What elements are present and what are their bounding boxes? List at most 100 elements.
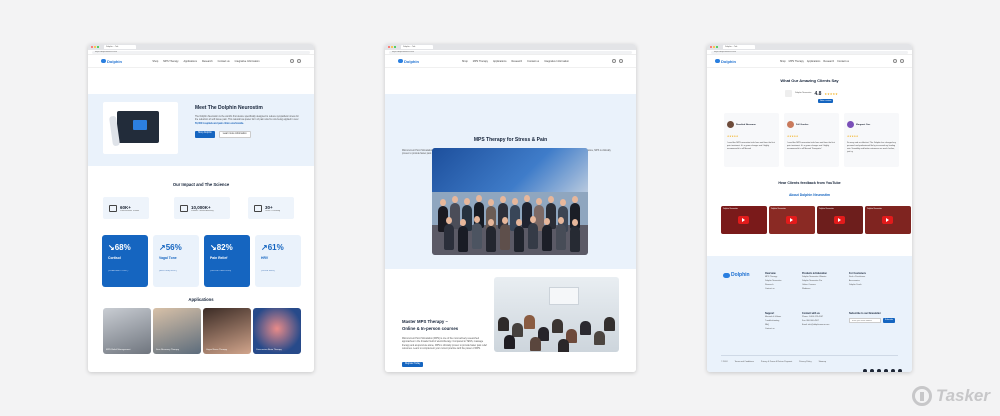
footer-column: For Customers Find a Practitioner Access…: [849, 272, 867, 286]
metric-card-cortisol: ↘68% Cortisol (Chalk-Mers / 2017): [102, 235, 148, 287]
x-icon[interactable]: [870, 369, 874, 372]
nav-link-info[interactable]: Integrative Information: [544, 60, 569, 63]
nav-link-research[interactable]: Research: [511, 60, 522, 63]
videos-subtitle: About Dolphin Neurostim: [788, 193, 831, 197]
nav-link-contact[interactable]: Contact us: [837, 60, 849, 63]
footer-column: Contact with us Phone: 1-800-123-4567 Fa…: [802, 312, 830, 326]
site-logo[interactable]: Dolphin: [398, 59, 419, 64]
footer-logo[interactable]: Dolphin: [723, 272, 750, 278]
hero-title: Meet The Dolphin Neurostim: [195, 105, 263, 111]
browser-tab[interactable]: Dolphin – Tab: [723, 45, 755, 49]
tasker-logo-icon: [911, 386, 932, 406]
metric-card-pain-relief: ↘82% Pain Relief (ODA Am Med 2019): [204, 235, 250, 287]
pinterest-icon[interactable]: [884, 369, 888, 372]
stat-patients: 10,000K+ Patients Treated Annually: [174, 197, 230, 219]
close-dot-icon[interactable]: [388, 46, 390, 48]
shop-dolphin-button[interactable]: Shop Dolphin: [195, 130, 215, 138]
nav-link-research[interactable]: Research: [202, 60, 213, 63]
site-logo[interactable]: Dolphin: [715, 59, 736, 64]
metric-card-hrv: ↗61% HRV (JCUM 2023): [255, 235, 301, 287]
learn-more-button[interactable]: Learn more information: [218, 130, 251, 138]
search-icon[interactable]: [612, 59, 616, 63]
nav-link-research[interactable]: Research: [823, 60, 834, 63]
nav-link-shop[interactable]: Shop: [780, 60, 786, 63]
nav-link-shop[interactable]: Shop: [462, 60, 468, 63]
application-card[interactable]: Vagus Nerve Therapy: [203, 308, 251, 354]
application-card[interactable]: Concussion Brain Therapy: [253, 308, 301, 354]
maximize-dot-icon[interactable]: [97, 46, 99, 48]
newsletter-email-input[interactable]: [849, 318, 881, 323]
footer-column: Support Manuals & Videos Troubleshooting…: [765, 312, 782, 330]
nav-link-contact[interactable]: Contact us: [218, 60, 230, 63]
avatar: [787, 121, 794, 129]
facebook-icon[interactable]: [863, 369, 867, 372]
maximize-dot-icon[interactable]: [394, 46, 396, 48]
rating-value: 4.8: [814, 90, 822, 97]
review-card: Rosalind Neumann ★★★★★ I used the MPS ne…: [724, 113, 779, 167]
reviews-title: What Our Amazing Clients Say: [780, 78, 839, 83]
application-card[interactable]: MPS Relief Management: [103, 308, 151, 354]
browser-tab[interactable]: Dolphin – Tab: [401, 45, 433, 49]
youtube-video[interactable]: Dolphin Neurostim: [865, 206, 911, 234]
youtube-video[interactable]: Dolphin Neurostim: [817, 206, 863, 234]
applications-title: Applications: [188, 297, 214, 302]
play-icon[interactable]: [738, 216, 749, 224]
footer-legal: © 2024 Terms and Conditions Privacy & Te…: [721, 361, 826, 363]
register-button[interactable]: Register Today: [402, 361, 424, 367]
youtube-video[interactable]: Dolphin Neurostim: [721, 206, 767, 234]
device-screen: [133, 120, 147, 130]
cart-icon[interactable]: [619, 59, 623, 63]
nav-links: Shop MPS Therapy Applications Research C…: [462, 60, 569, 63]
nav-link-applications[interactable]: Applications: [183, 60, 196, 63]
nav-link-info[interactable]: Integrative Information: [235, 60, 260, 63]
play-icon[interactable]: [786, 216, 797, 224]
hero-section: Meet The Dolphin Neurostim The Dolphin N…: [88, 94, 314, 166]
youtube-icon[interactable]: [891, 369, 895, 372]
application-card[interactable]: Scar Recovery Therapy: [153, 308, 201, 354]
linkedin-icon[interactable]: [898, 369, 902, 372]
instagram-icon[interactable]: [877, 369, 881, 372]
url-field[interactable]: https://dolphinneuro.com: [389, 50, 632, 54]
classroom-photo: [494, 277, 619, 352]
write-review-button[interactable]: Write a review: [818, 99, 834, 103]
nav-link-applications[interactable]: Applications: [807, 60, 820, 63]
nav-link-mps-therapy[interactable]: MPS Therapy: [789, 60, 804, 63]
nav-icons: [893, 59, 904, 63]
minimize-dot-icon[interactable]: [713, 46, 715, 48]
review-card: Fell Gordon ★★★★★ I used the MPS neurost…: [784, 113, 839, 167]
dolphin-logo-icon: [723, 272, 730, 278]
nav-links: Shop MPS Therapy Applications Research C…: [152, 60, 259, 63]
subscribe-button[interactable]: Subscribe: [883, 318, 895, 323]
site-logo[interactable]: Dolphin: [101, 59, 122, 64]
certificate-icon: [109, 204, 117, 212]
nav-link-mps-therapy[interactable]: MPS Therapy: [473, 60, 488, 63]
minimize-dot-icon[interactable]: [391, 46, 393, 48]
screenshot-mps-therapy: Dolphin – Tab https://dolphinneuro.com D…: [385, 44, 636, 372]
url-field[interactable]: https://dolphinneuro.com: [92, 50, 310, 54]
search-icon[interactable]: [893, 59, 897, 63]
url-field[interactable]: https://dolphinneuro.com: [711, 50, 908, 54]
site-nav: Dolphin Shop MPS Therapy Applications Re…: [707, 55, 912, 68]
cart-icon[interactable]: [900, 59, 904, 63]
close-dot-icon[interactable]: [91, 46, 93, 48]
logo-text: Dolphin: [404, 58, 419, 64]
footer-column: Products & Education Dolphin Neurostim U…: [802, 272, 827, 290]
minimize-dot-icon[interactable]: [94, 46, 96, 48]
maximize-dot-icon[interactable]: [716, 46, 718, 48]
nav-link-applications[interactable]: Applications: [493, 60, 506, 63]
play-icon[interactable]: [834, 216, 845, 224]
growth-chart-icon: [254, 204, 262, 212]
nav-link-mps-therapy[interactable]: MPS Therapy: [163, 60, 178, 63]
nav-links: Shop MPS Therapy Applications Research C…: [780, 60, 849, 63]
youtube-video[interactable]: Dolphin Neurostim: [769, 206, 815, 234]
nav-link-contact[interactable]: Contact us: [527, 60, 539, 63]
stat-professionals: 60K+ Professionals Trained: [103, 197, 149, 219]
dolphin-logo-icon: [715, 59, 720, 63]
nav-link-shop[interactable]: Shop: [152, 60, 158, 63]
rating-stars: ★★★★★: [824, 91, 838, 96]
play-icon[interactable]: [882, 216, 893, 224]
close-dot-icon[interactable]: [710, 46, 712, 48]
browser-tab[interactable]: Dolphin – Tab: [104, 45, 136, 49]
search-icon[interactable]: [290, 59, 294, 63]
cart-icon[interactable]: [297, 59, 301, 63]
